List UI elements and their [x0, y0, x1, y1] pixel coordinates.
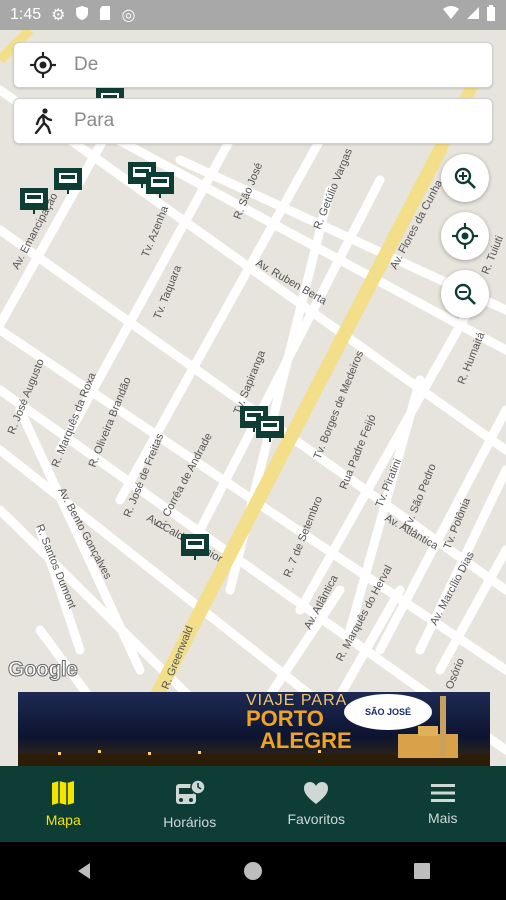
street-label: R. Santos Dumont	[33, 523, 78, 611]
heart-icon	[304, 782, 329, 804]
system-navigation-bar	[0, 842, 506, 900]
status-bar: 1:45 ⚙ ◎	[0, 0, 506, 30]
nav-item-horarios[interactable]: Horários	[127, 766, 254, 842]
nav-label: Horários	[163, 814, 217, 830]
zoom-out-icon	[454, 283, 476, 305]
street-label: R. 7 de Setembro	[282, 495, 325, 579]
recents-icon[interactable]	[412, 861, 432, 881]
ad-logo: SÃO JOSÉ	[344, 694, 432, 730]
origin-input[interactable]	[72, 53, 456, 77]
bus-stop-icon[interactable]	[146, 172, 174, 198]
sync-icon: ◎	[121, 7, 136, 24]
bottom-navigation: Mapa Horários Favoritos Mais	[0, 766, 506, 842]
ad-line-3: ALEGRE	[260, 728, 352, 753]
nav-label: Mapa	[45, 812, 81, 828]
battery-icon	[486, 4, 496, 26]
street-label: Tv. São Pedro	[402, 462, 439, 531]
my-location-icon	[14, 52, 72, 78]
street-label: R. Humaitá	[456, 330, 488, 386]
bus-stop-icon[interactable]	[20, 188, 48, 214]
bus-stop-icon[interactable]	[256, 416, 284, 442]
signal-icon	[466, 6, 480, 25]
crosshair-icon	[452, 223, 478, 249]
shield-icon	[75, 5, 89, 26]
bus-stop-icon[interactable]	[181, 534, 209, 560]
wifi-icon	[442, 5, 460, 25]
home-icon[interactable]	[243, 861, 263, 881]
street-label: R. Getúlio Vargas	[312, 146, 356, 231]
zoom-out-button[interactable]	[441, 270, 489, 318]
sd-card-icon	[99, 5, 111, 26]
ad-banner[interactable]: VIAJE PARA PORTO ALEGRE SÃO JOSÉ	[18, 692, 490, 766]
origin-field[interactable]	[13, 42, 493, 88]
back-icon[interactable]	[74, 861, 94, 881]
map-icon	[52, 781, 75, 805]
status-time: 1:45	[10, 6, 42, 23]
destination-field[interactable]	[13, 98, 493, 144]
my-location-button[interactable]	[441, 212, 489, 260]
walking-icon	[14, 108, 72, 134]
zoom-in-icon	[454, 167, 476, 189]
zoom-in-button[interactable]	[441, 154, 489, 202]
settings-icon: ⚙	[51, 7, 66, 24]
nav-item-mais[interactable]: Mais	[380, 766, 506, 842]
nav-label: Mais	[427, 810, 458, 826]
nav-label: Favoritos	[287, 811, 346, 827]
google-attribution: Google	[7, 658, 78, 682]
destination-input[interactable]	[72, 109, 456, 133]
bus-clock-icon	[175, 779, 206, 804]
nav-item-favoritos[interactable]: Favoritos	[253, 766, 380, 842]
bus-stop-icon[interactable]	[54, 168, 82, 194]
nav-item-mapa[interactable]: Mapa	[0, 766, 127, 842]
menu-icon	[430, 784, 455, 802]
